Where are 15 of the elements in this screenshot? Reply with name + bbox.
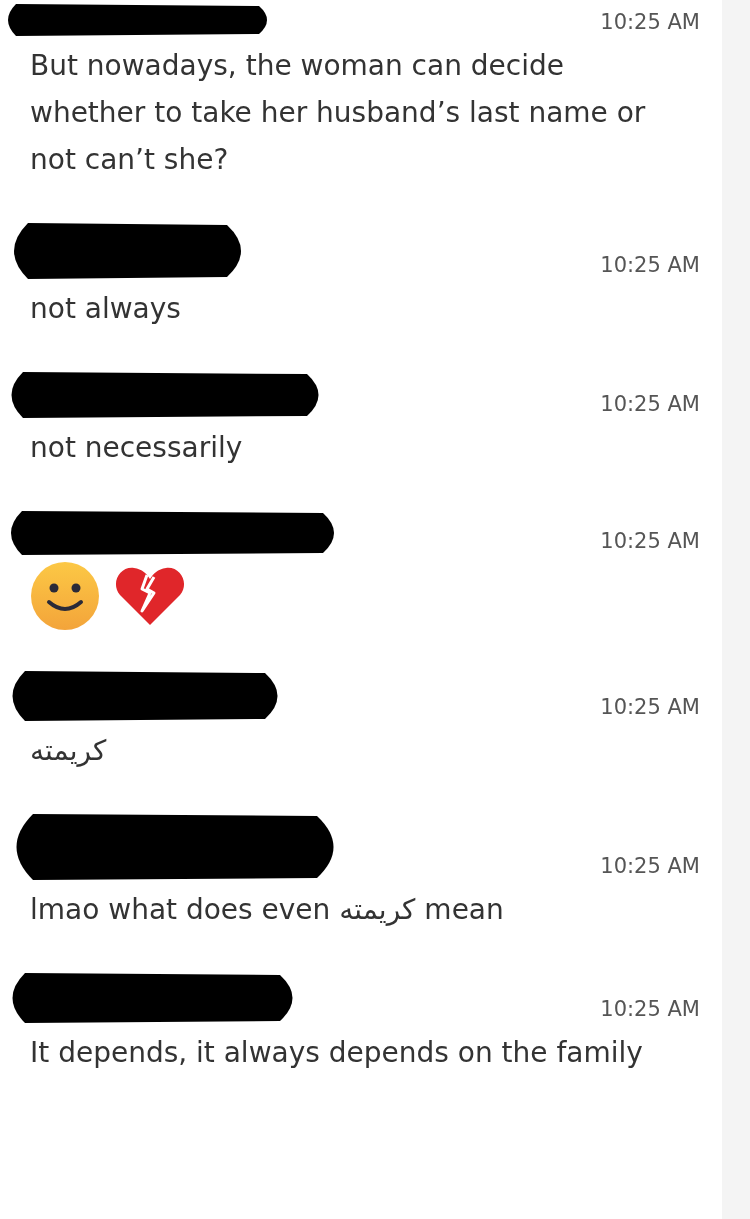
message-text: But nowadays, the woman can decide whether to take her husband’s last name or not can’t she?	[29, 48, 647, 178]
message-time: 10:25 AM	[600, 529, 701, 553]
message-time: 10:25 AM	[600, 695, 701, 719]
message-text: It depends, it always depends on the family	[29, 1035, 644, 1071]
message-text: not necessarily	[29, 430, 244, 466]
message-text: كريمته	[29, 733, 108, 769]
broken-heart-icon	[114, 565, 186, 627]
message-time: 10:25 AM	[600, 854, 701, 878]
message-text: lmao what does even كريمته mean	[29, 892, 505, 928]
message-time: 10:25 AM	[600, 253, 701, 277]
message-time: 10:25 AM	[600, 10, 701, 34]
message-text: not always	[29, 291, 182, 327]
smiley-icon	[30, 561, 100, 631]
message-time: 10:25 AM	[600, 392, 701, 416]
message-time: 10:25 AM	[600, 997, 701, 1021]
